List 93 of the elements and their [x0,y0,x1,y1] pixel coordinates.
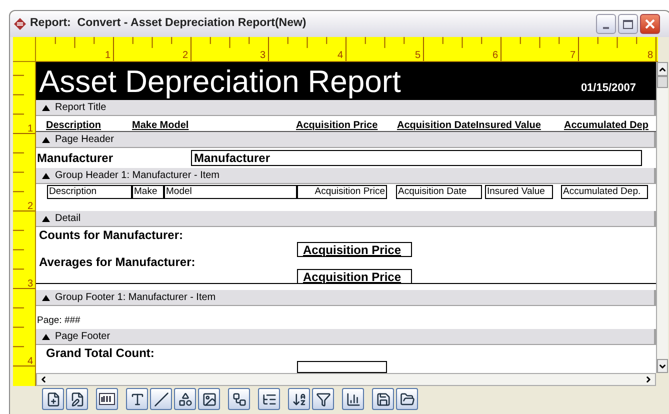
toolbar-button[interactable] [228,388,250,410]
app-logo-icon [14,18,26,30]
minimize-icon [603,27,609,29]
text-field[interactable]: Acquisition Date [396,185,482,200]
toolbar-button[interactable] [198,388,220,410]
ruler-number: 7 [570,50,576,61]
list-icon [262,392,276,406]
toolbar-button[interactable] [150,388,172,410]
field-label: Manufacturer [36,150,114,168]
band-label: Detail [55,212,81,226]
sort-icon [292,392,306,406]
collapse-triangle-icon [42,294,50,300]
ruler-number: 2 [27,201,33,212]
column-heading: Acquisition DateInsured Value [397,119,542,132]
column-heading: Acquisition Price [296,119,379,132]
page-number-text: Page: ### [37,315,80,326]
text-field[interactable]: Accumulated Dep. [561,185,648,200]
collapse-triangle-icon [42,334,50,340]
filter-icon [316,392,330,406]
scroll-thumb[interactable] [657,76,668,88]
folder-icon [400,392,414,406]
ruler-number: 6 [492,50,498,61]
line-icon [154,392,168,406]
toolbar-button[interactable] [312,388,334,410]
grand-total-label: Grand Total Count: [46,345,156,360]
close-button[interactable] [640,14,660,34]
ruler-number: 4 [337,50,343,61]
band-header[interactable]: Page Header [36,132,656,148]
summary-field[interactable]: Acquisition Price [297,242,412,258]
scroll-down-button[interactable] [657,359,668,373]
text-field[interactable]: Manufacturer [191,150,642,166]
maximize-button[interactable] [618,14,638,34]
band-header[interactable]: Detail [36,211,656,228]
shapes-icon [178,392,192,406]
toolbar-button[interactable] [174,388,196,410]
ruler-number: 5 [414,50,420,61]
summary-field[interactable]: Acquisition Price [297,269,412,284]
toolbar-button[interactable] [342,388,364,410]
text-field[interactable]: Insured Value [485,185,553,200]
band-label: Page Header [55,133,114,148]
column-heading: Description [46,119,102,132]
maximize-icon [623,20,633,28]
ruler-number: 3 [27,278,33,290]
edit-page-icon [70,392,84,406]
save-icon [376,392,390,406]
toolbar-button[interactable] [66,388,88,410]
toolbar-button[interactable] [258,388,280,410]
band-header[interactable]: Page Footer [36,329,656,345]
ruler-number: 1 [104,50,110,61]
text-field[interactable]: Description [47,185,132,200]
horizontal-scrollbar[interactable] [36,373,656,386]
vertical-scrollbar[interactable] [656,62,668,373]
ruler-number: 4 [27,356,33,367]
report-title: Asset Depreciation Report [39,64,401,100]
band-header[interactable]: Group Header 1: Manufacturer - Item [36,168,656,184]
image-icon [202,392,216,406]
toolbar-button[interactable] [288,388,310,410]
toolbar-button[interactable] [126,388,148,410]
summary-field[interactable] [297,361,387,373]
band-header[interactable]: Report Title [36,100,656,116]
window-title: Report: Convert - Asset Depreciation Report(New) [30,16,306,32]
toolbar-button[interactable] [42,388,64,410]
column-heading: Make Model [132,119,190,132]
collapse-triangle-icon [42,104,50,110]
toolbar-button[interactable] [96,388,118,410]
band-header[interactable]: Group Footer 1: Manufacturer - Item [36,290,656,306]
band-label: Group Footer 1: Manufacturer - Item [55,291,216,305]
text-icon [130,392,144,406]
band-label: Report Title [55,101,106,115]
toolbar-button[interactable] [396,388,418,410]
close-icon [645,19,655,29]
collapse-triangle-icon [42,172,50,179]
new-page-icon [46,392,60,406]
ruler-number: 8 [647,50,653,61]
text-field[interactable]: Make [132,185,164,200]
summary-label: Counts for Manufacturer: [39,228,184,242]
band-label: Group Header 1: Manufacturer - Item [55,169,220,184]
toolbar-button[interactable] [372,388,394,410]
column-heading: Accumulated Dep [564,119,650,132]
scroll-up-button[interactable] [657,62,668,76]
summary-label: Averages for Manufacturer: [39,255,196,270]
text-field[interactable]: Model [164,185,297,200]
band-label: Page Footer [55,330,110,344]
minimize-button[interactable] [596,14,616,34]
chart-icon [346,392,360,406]
ruler-number: 2 [182,50,188,61]
ruler-number: 3 [260,50,266,61]
collapse-triangle-icon [42,216,50,222]
ruler-number: 1 [27,124,33,134]
collapse-triangle-icon [42,136,50,143]
report-date: 01/15/2007 [580,80,636,96]
text-field[interactable]: Acquisition Price [297,185,387,200]
hierarchy-icon [232,392,246,406]
